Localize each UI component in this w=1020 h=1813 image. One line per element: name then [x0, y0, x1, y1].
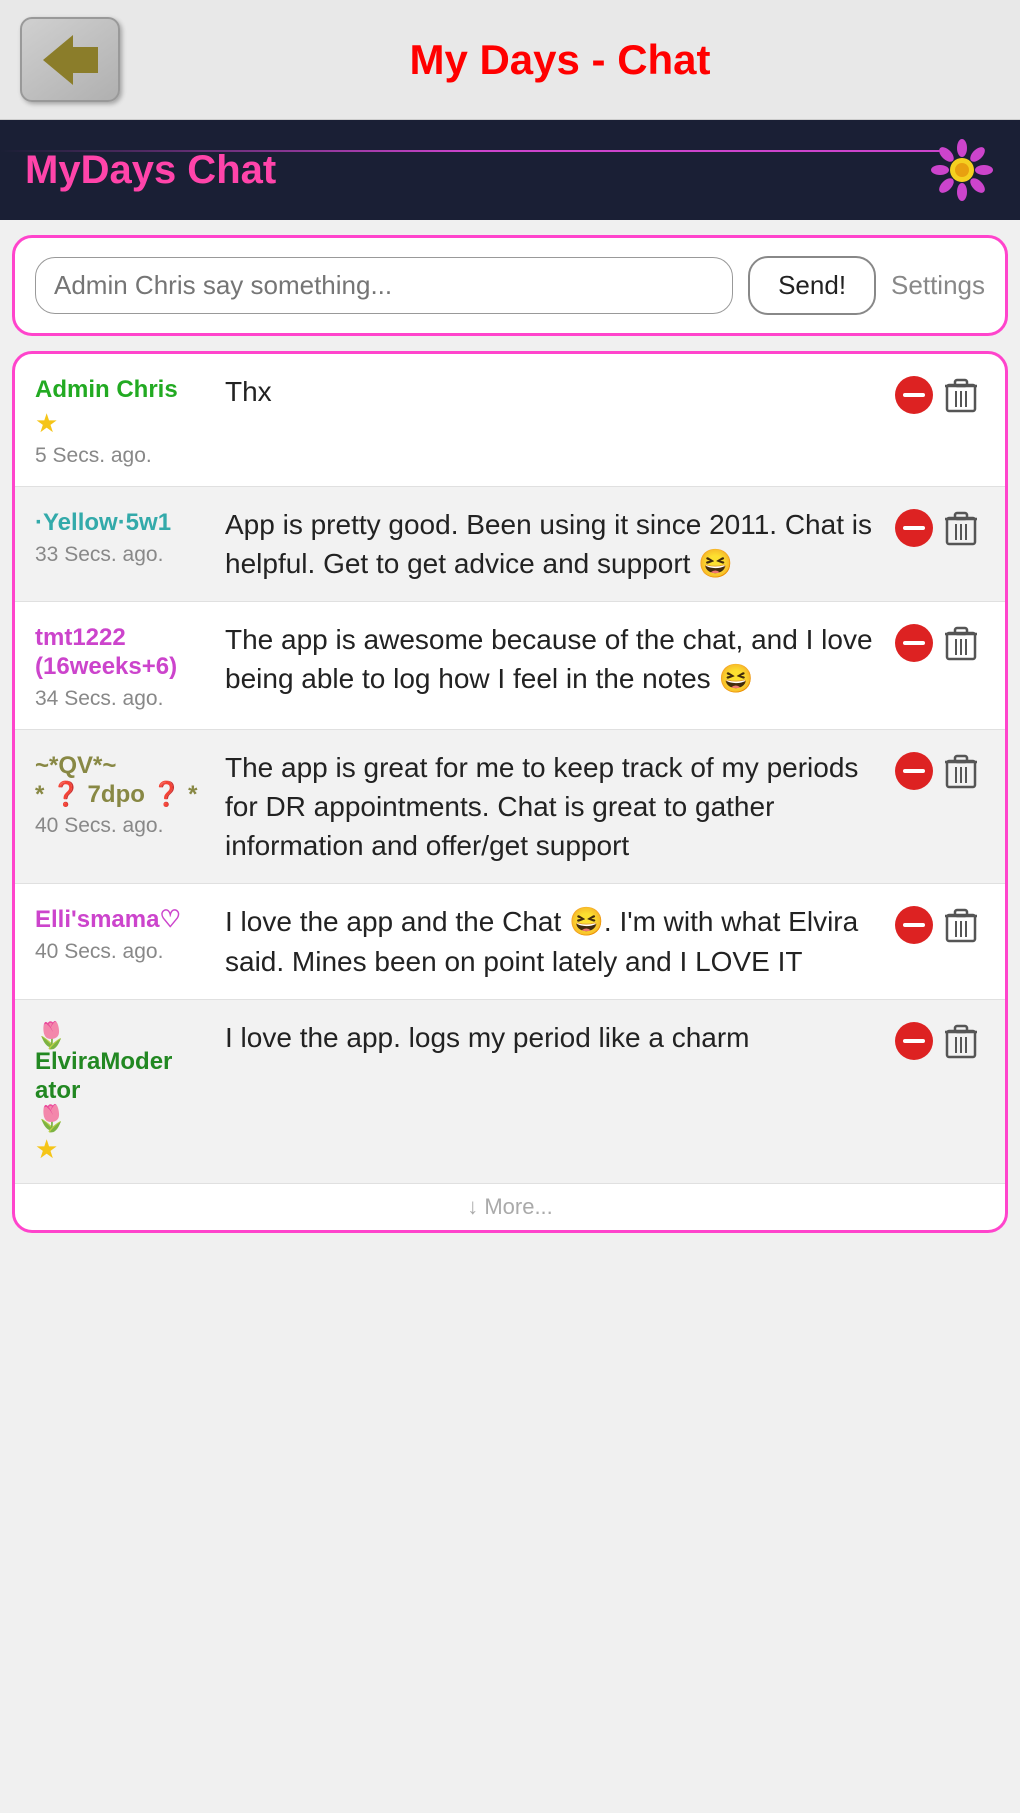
- table-row: ~*QV*~* ❓ 7dpo ❓ * 40 Secs. ago. The app…: [15, 730, 1005, 885]
- chat-title: MyDays Chat: [25, 148, 276, 193]
- delete-button[interactable]: [945, 907, 977, 943]
- star-icon: ★: [35, 408, 58, 439]
- delete-button[interactable]: [945, 510, 977, 546]
- message-actions: [895, 902, 985, 944]
- message-input[interactable]: [35, 257, 733, 314]
- username: Admin Chris: [35, 376, 178, 405]
- message-user: Admin Chris ★ 5 Secs. ago.: [35, 372, 210, 468]
- send-button[interactable]: Send!: [748, 256, 876, 315]
- delete-button[interactable]: [945, 753, 977, 789]
- block-button[interactable]: [895, 509, 933, 547]
- flower-icon: [930, 138, 995, 203]
- message-actions: [895, 505, 985, 547]
- message-actions: [895, 1018, 985, 1060]
- message-user: 🌷 ElviraModerator 🌷 ★: [35, 1018, 210, 1166]
- back-button[interactable]: [20, 17, 120, 102]
- timestamp: 40 Secs. ago.: [35, 940, 163, 964]
- delete-button[interactable]: [945, 1023, 977, 1059]
- delete-button[interactable]: [945, 625, 977, 661]
- username: ~*QV*~* ❓ 7dpo ❓ *: [35, 752, 197, 810]
- timestamp: 5 Secs. ago.: [35, 444, 152, 468]
- tulip-bottom-icon: 🌷: [35, 1105, 67, 1131]
- back-arrow-icon: [43, 35, 98, 85]
- messages-container: Admin Chris ★ 5 Secs. ago. Thx: [12, 351, 1008, 1233]
- message-content: I love the app. logs my period like a ch…: [210, 1018, 895, 1057]
- message-content: The app is great for me to keep track of…: [210, 748, 895, 866]
- username: ·Yellow·5w1: [35, 509, 171, 538]
- top-bar: My Days - Chat: [0, 0, 1020, 120]
- message-actions: [895, 620, 985, 662]
- input-area: Send! Settings: [12, 235, 1008, 336]
- message-content: Thx: [210, 372, 895, 411]
- block-button[interactable]: [895, 906, 933, 944]
- message-user: Elli'smama♡ 40 Secs. ago.: [35, 902, 210, 964]
- page-title: My Days - Chat: [120, 36, 1000, 84]
- table-row: 🌷 ElviraModerator 🌷 ★ I love the app. lo…: [15, 1000, 1005, 1185]
- message-user: tmt1222(16weeks+6) 34 Secs. ago.: [35, 620, 210, 711]
- table-row: ·Yellow·5w1 33 Secs. ago. App is pretty …: [15, 487, 1005, 602]
- block-button[interactable]: [895, 376, 933, 414]
- username: ElviraModerator: [35, 1048, 172, 1106]
- message-actions: [895, 372, 985, 414]
- message-content: The app is awesome because of the chat, …: [210, 620, 895, 698]
- message-actions: [895, 748, 985, 790]
- block-button[interactable]: [895, 1022, 933, 1060]
- message-user: ·Yellow·5w1 33 Secs. ago.: [35, 505, 210, 567]
- delete-button[interactable]: [945, 377, 977, 413]
- tulip-top-icon: 🌷: [35, 1022, 67, 1048]
- message-content: I love the app and the Chat 😆. I'm with …: [210, 902, 895, 980]
- timestamp: 40 Secs. ago.: [35, 814, 163, 838]
- username: tmt1222(16weeks+6): [35, 624, 177, 682]
- settings-link[interactable]: Settings: [891, 270, 985, 301]
- star-icon: ★: [35, 1134, 58, 1165]
- username: Elli'smama♡: [35, 906, 181, 935]
- table-row: tmt1222(16weeks+6) 34 Secs. ago. The app…: [15, 602, 1005, 730]
- header-bar: MyDays Chat: [0, 120, 1020, 220]
- message-content: App is pretty good. Been using it since …: [210, 505, 895, 583]
- more-indicator: ↓ More...: [15, 1184, 1005, 1230]
- table-row: Elli'smama♡ 40 Secs. ago. I love the app…: [15, 884, 1005, 999]
- timestamp: 33 Secs. ago.: [35, 543, 163, 567]
- message-user: ~*QV*~* ❓ 7dpo ❓ * 40 Secs. ago.: [35, 748, 210, 839]
- block-button[interactable]: [895, 752, 933, 790]
- block-button[interactable]: [895, 624, 933, 662]
- timestamp: 34 Secs. ago.: [35, 687, 163, 711]
- table-row: Admin Chris ★ 5 Secs. ago. Thx: [15, 354, 1005, 487]
